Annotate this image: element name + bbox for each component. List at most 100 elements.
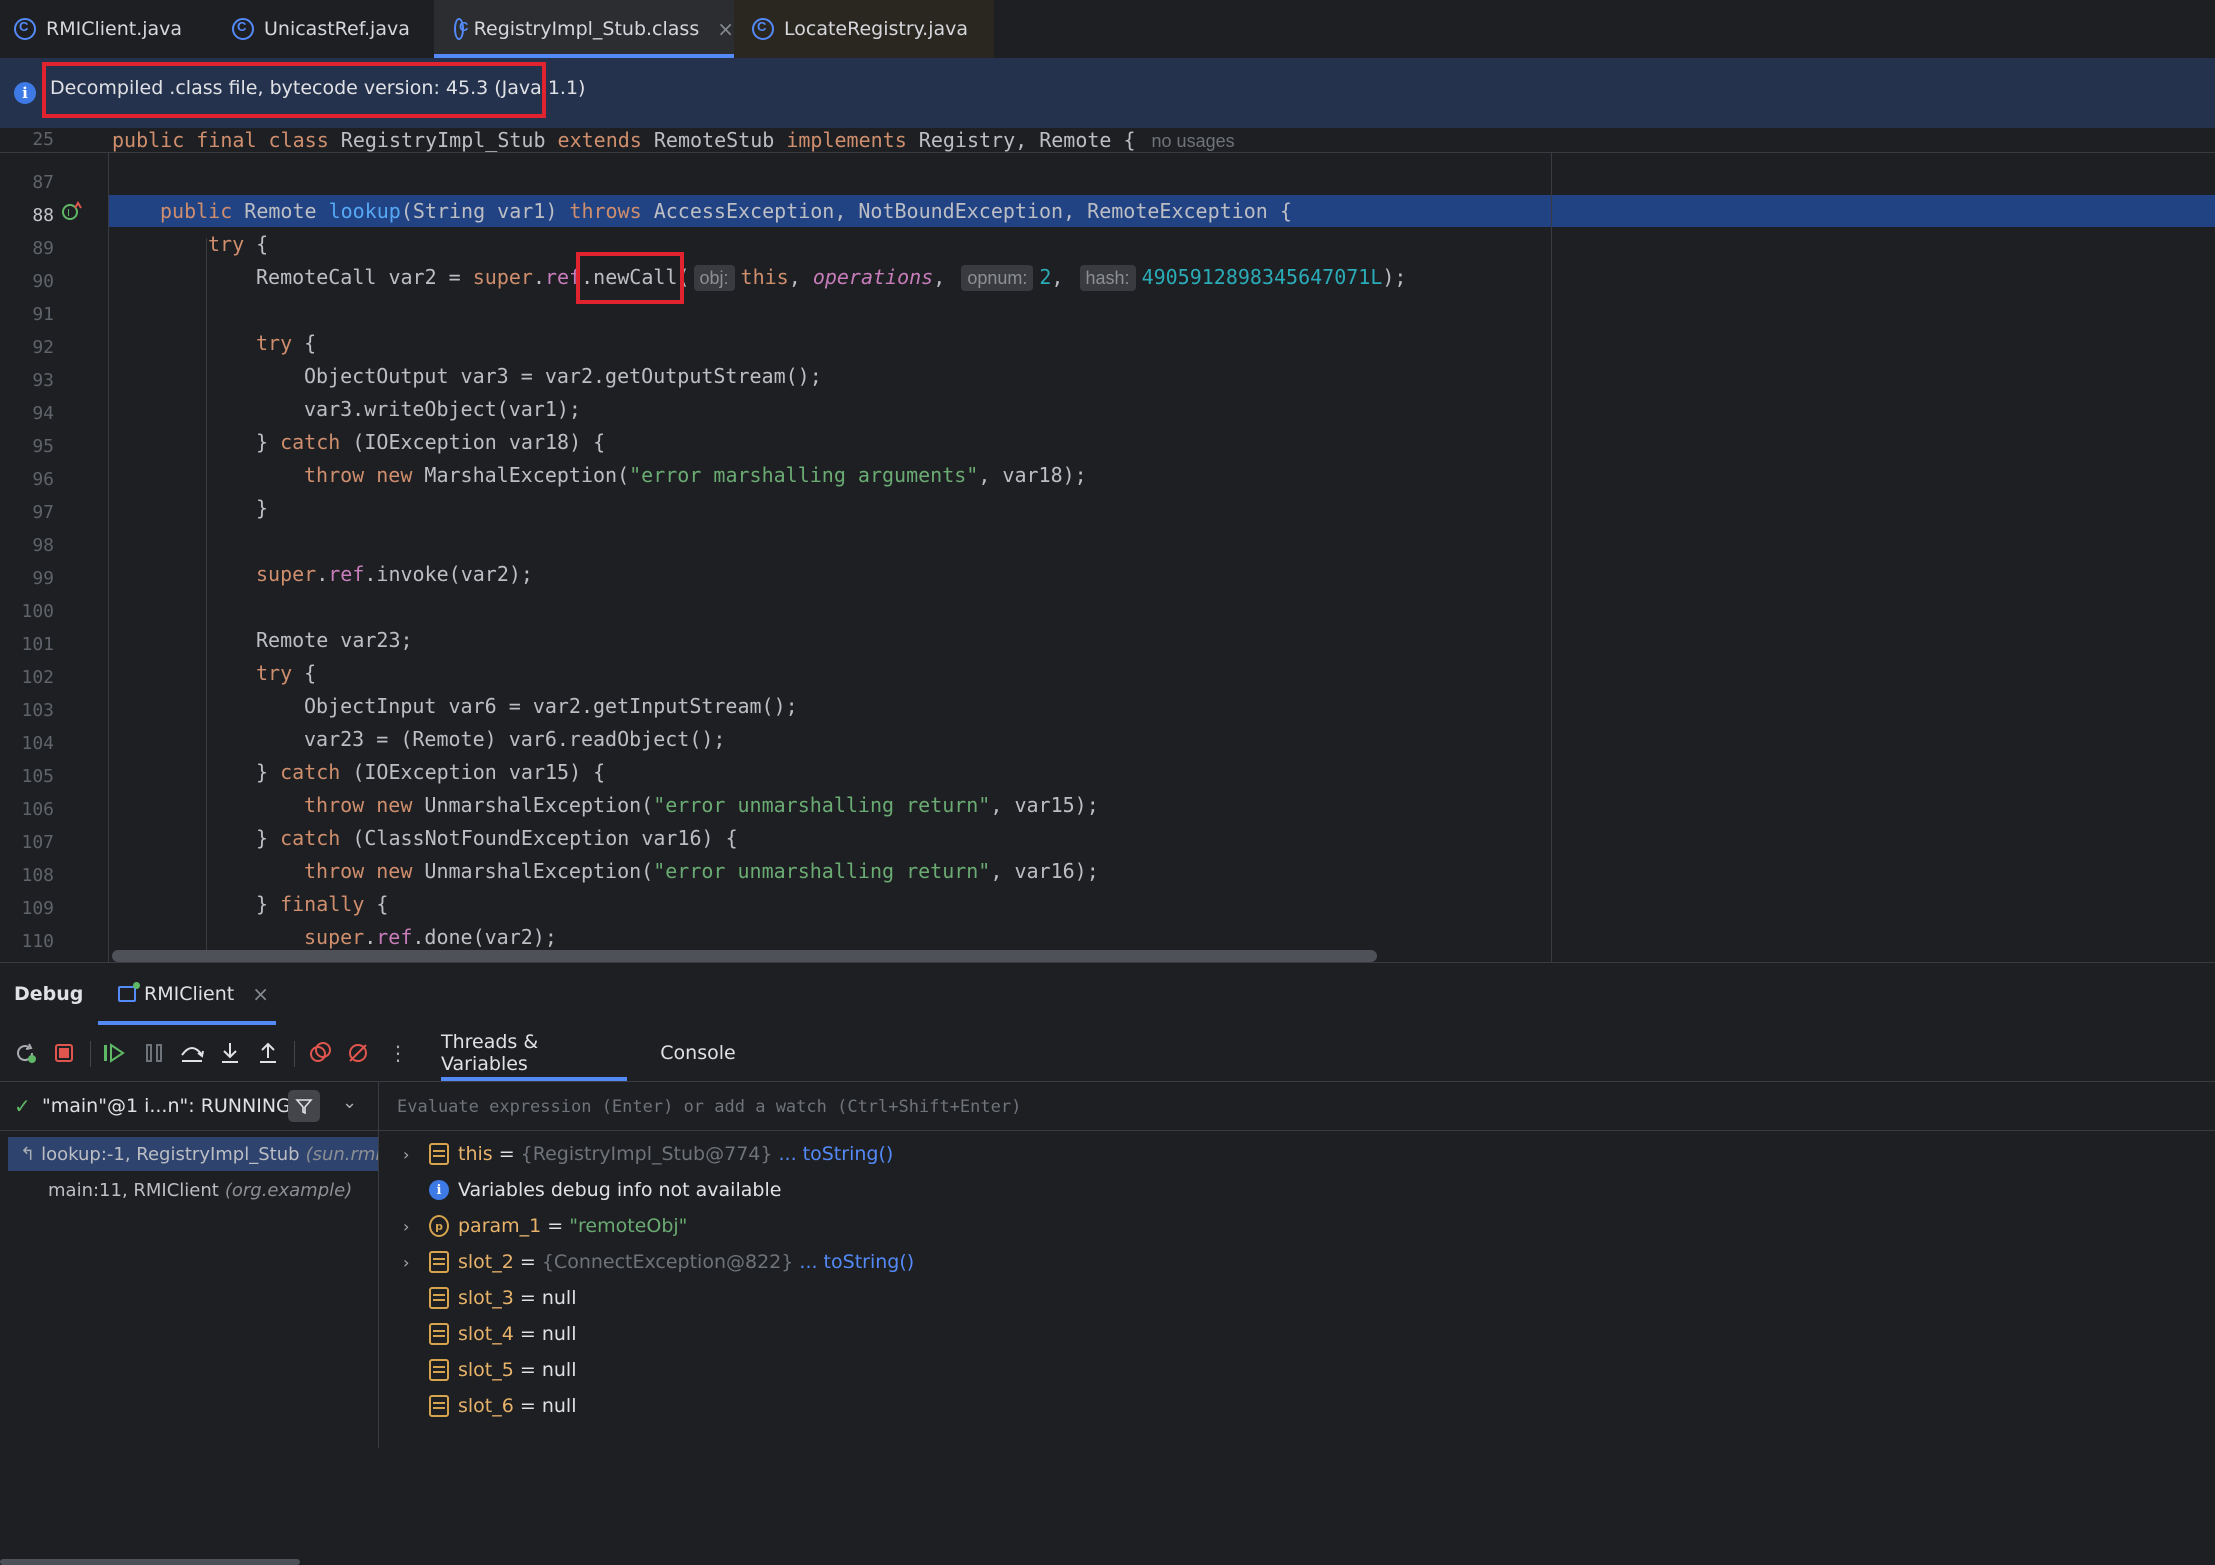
line-number: 97 [32,502,54,523]
view-breakpoints-icon[interactable] [306,1039,334,1067]
equals: = [492,1143,521,1165]
step-over-icon[interactable] [178,1039,206,1067]
tab-unicastref[interactable]: UnicastRef.java [212,0,434,58]
code-editor[interactable]: 25 public final class RegistryImpl_Stub … [0,128,2215,962]
code-line-106: throw new UnmarshalException("error unma… [304,793,1099,817]
tab-threads-variables[interactable]: Threads & Variables [441,1025,627,1081]
frame-package: (org.example) [224,1179,353,1201]
tab-registryimpl-stub[interactable]: RegistryImpl_Stub.class × [434,0,734,58]
close-icon[interactable]: × [717,17,734,41]
chevron-right-icon[interactable]: › [403,1145,409,1164]
horizontal-scrollbar[interactable] [0,1559,300,1565]
chevron-down-icon[interactable]: ⌄ [342,1092,357,1113]
variable-name: slot_5 [458,1359,514,1381]
step-into-icon[interactable] [216,1039,244,1067]
code-line-109: } finally { [256,892,389,916]
code-line-102: try { [256,661,317,685]
line-number: 96 [32,469,54,490]
more-options-icon[interactable]: ⋮ [384,1039,412,1067]
stack-frame[interactable]: ↰ lookup:-1, RegistryImpl_Stub (sun.rmi. [8,1137,378,1171]
variable-name: this [458,1143,493,1165]
line-number: 100 [21,601,54,622]
rerun-icon[interactable] [12,1039,40,1067]
field-icon [429,1251,449,1273]
filter-icon[interactable] [288,1090,320,1122]
variable-value: {ConnectException@822} [541,1251,794,1273]
debug-header: Debug RMIClient × [0,963,2215,1025]
code-line-90: RemoteCall var2 = super.ref.newCall(obj:… [256,265,1407,291]
equals: = [513,1251,542,1273]
debug-tool-window: Debug RMIClient × ⋮ Threads & Variables … [0,962,2215,1565]
pause-icon[interactable] [140,1039,168,1067]
variable-value: null [541,1395,577,1417]
indent-guide [108,152,109,962]
param-hint-obj: obj: [693,265,735,291]
keyword: public final class [112,128,329,152]
usages-hint[interactable]: no usages [1152,131,1235,151]
param-hint-opnum: opnum: [961,265,1034,291]
variable-value: {RegistryImpl_Stub@774} [520,1143,773,1165]
line-number: 87 [32,172,54,193]
tostring-link[interactable]: ... toString() [772,1143,894,1165]
line-number: 95 [32,436,54,457]
chevron-right-icon[interactable]: › [403,1253,409,1272]
variable-name: slot_6 [458,1395,514,1417]
code-line-95: } catch (IOException var18) { [256,430,606,454]
param-hint-hash: hash: [1079,265,1136,291]
step-out-icon[interactable] [254,1039,282,1067]
field-icon [429,1287,449,1309]
code-line-89: try { [208,232,269,256]
code-line-94: var3.writeObject(var1); [304,397,581,421]
tab-label: RegistryImpl_Stub.class [473,18,700,40]
variable-name: slot_3 [458,1287,514,1309]
mute-breakpoints-icon[interactable] [344,1039,372,1067]
line-number: 110 [21,931,54,952]
compiled-class-icon [454,18,468,40]
variable-name: slot_2 [458,1251,514,1273]
info-icon: i [14,82,36,104]
thread-selector[interactable]: ✓ "main"@1 i...n": RUNNING ⌄ [0,1081,378,1131]
sticky-class-header[interactable]: 25 public final class RegistryImpl_Stub … [0,128,2215,153]
frames-pane: ✓ "main"@1 i...n": RUNNING ⌄ ↰ lookup:-1… [0,1081,379,1565]
frame-method: lookup:-1, RegistryImpl_Stub [41,1143,300,1165]
variable-value: null [541,1359,577,1381]
tab-rmiclient[interactable]: RMIClient.java [0,0,212,58]
stop-icon[interactable] [50,1039,78,1067]
close-icon[interactable]: × [252,982,269,1006]
variable-name: param_1 [458,1215,542,1237]
line-number: 94 [32,403,54,424]
line-number: 101 [21,634,54,655]
override-gutter-icon[interactable]: I [60,200,82,222]
code-line-99: super.ref.invoke(var2); [256,562,533,586]
equals: = [513,1359,542,1381]
debug-title: Debug [14,983,84,1005]
equals: = [513,1395,542,1417]
chevron-right-icon[interactable]: › [403,1217,409,1236]
resume-icon[interactable] [100,1039,128,1067]
indent-guide [206,238,207,962]
annotation-highlight-box [576,252,684,304]
stack-frame[interactable]: main:11, RMIClient (org.example) [8,1173,378,1207]
frame-package: (sun.rmi. [305,1143,378,1165]
svg-text:I: I [67,208,70,219]
toolbar-separator [90,1041,91,1067]
field-icon [429,1395,449,1417]
info-icon: i [429,1180,449,1200]
field-icon [429,1323,449,1345]
tab-debug-session[interactable]: RMIClient × [98,963,276,1025]
horizontal-scrollbar[interactable] [112,950,1377,962]
line-number: 25 [32,129,54,150]
code-line-97: } [256,496,269,520]
line-number: 103 [21,700,54,721]
line-number: 104 [21,733,54,754]
editor-tab-bar: RMIClient.java UnicastRef.java RegistryI… [0,0,2215,59]
parameter-icon: p [429,1215,449,1237]
variable-value: "remoteObj" [569,1215,688,1237]
tostring-link[interactable]: ... toString() [793,1251,914,1273]
line-number: 93 [32,370,54,391]
tab-console[interactable]: Console [648,1025,748,1081]
tab-locateregistry[interactable]: LocateRegistry.java [734,0,994,58]
compiled-class-icon [752,18,774,40]
evaluate-expression-input[interactable] [395,1092,1899,1122]
toolbar-separator [294,1041,295,1067]
